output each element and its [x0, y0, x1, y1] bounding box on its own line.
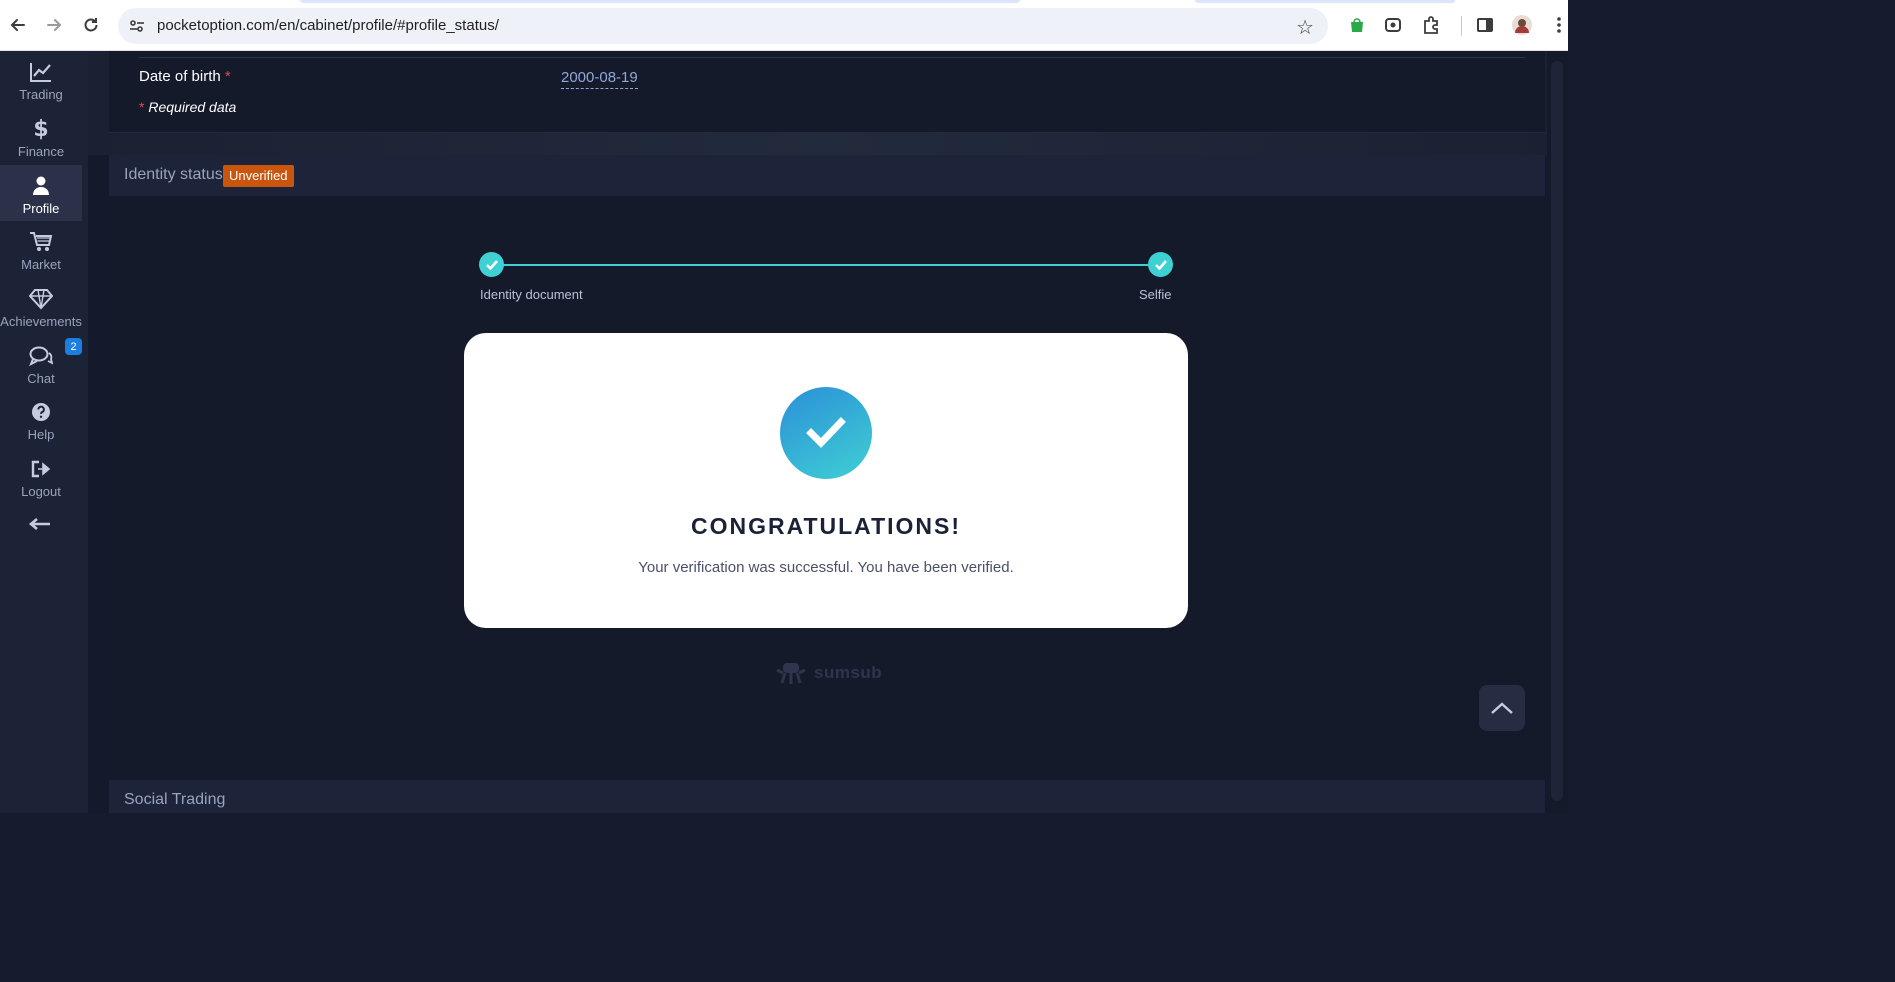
bookmark-star-icon[interactable]: ☆: [1296, 15, 1314, 40]
profile-avatar-icon[interactable]: [1511, 14, 1533, 36]
sidebar-item-market[interactable]: Market: [0, 221, 82, 277]
avg-extension-icon[interactable]: [1346, 14, 1368, 36]
step-complete-check-icon: [1148, 252, 1173, 277]
step-label-selfie: Selfie: [1139, 287, 1172, 302]
side-panel-icon[interactable]: [1474, 14, 1496, 36]
step-complete-check-icon: [479, 252, 504, 277]
address-bar[interactable]: pocketoption.com/en/cabinet/profile/#pro…: [118, 8, 1328, 44]
social-trading-header[interactable]: Social Trading: [109, 780, 1545, 813]
sumsub-logo: sumsub: [774, 659, 882, 687]
browser-toolbar: pocketoption.com/en/cabinet/profile/#pro…: [0, 0, 1568, 51]
sidebar-item-trading[interactable]: Trading: [0, 51, 82, 107]
divider: [139, 57, 1525, 58]
logout-icon: [29, 457, 53, 481]
verification-steps: Identity document Selfie: [479, 252, 1179, 308]
sidebar-item-label: Logout: [21, 484, 61, 499]
required-asterisk: *: [139, 99, 145, 115]
collapse-sidebar-arrow-icon[interactable]: [28, 511, 52, 537]
dollar-icon: $: [33, 116, 49, 142]
scroll-to-top-button[interactable]: [1479, 685, 1525, 731]
sidebar-item-label: Market: [21, 257, 61, 272]
chevron-up-icon: [1491, 702, 1513, 714]
tab-strip: [1195, 0, 1455, 3]
verification-success-card: CONGRATULATIONS! Your verification was s…: [464, 333, 1188, 628]
diamond-icon: [29, 287, 53, 311]
identity-status-header: Identity status Unverified: [109, 155, 1545, 196]
sumsub-logo-icon: [776, 663, 806, 684]
screen-capture-extension-icon[interactable]: [1382, 14, 1404, 36]
sidebar-item-help[interactable]: Help: [0, 391, 82, 447]
page-scrollbar[interactable]: [1547, 51, 1568, 813]
sidebar-item-chat[interactable]: Chat 2: [0, 335, 82, 391]
browser-menu-icon[interactable]: [1548, 14, 1570, 36]
sidebar-item-finance[interactable]: $ Finance: [0, 108, 82, 164]
personal-data-card: Date of birth * 2000-08-19 * Required da…: [109, 51, 1545, 133]
user-icon: [29, 174, 53, 198]
required-note-text: Required data: [148, 99, 237, 115]
sidebar-item-label: Trading: [19, 87, 63, 102]
forward-icon[interactable]: [42, 13, 66, 37]
identity-status-title: Identity status: [124, 166, 223, 183]
extensions-puzzle-icon[interactable]: [1420, 14, 1442, 36]
sidebar-item-label: Achievements: [0, 314, 82, 329]
sidebar-item-achievements[interactable]: Achievements: [0, 278, 82, 334]
dob-value[interactable]: 2000-08-19: [561, 68, 638, 89]
step-label-identity-document: Identity document: [480, 287, 583, 302]
required-data-note: * Required data: [139, 99, 236, 115]
sidebar-item-logout[interactable]: Logout: [0, 448, 82, 504]
cart-icon: [29, 230, 53, 254]
sidebar-item-label: Finance: [17, 144, 65, 159]
congrats-title: CONGRATULATIONS!: [690, 513, 962, 539]
required-asterisk: *: [224, 68, 231, 85]
steps-progress-line: [491, 264, 1159, 266]
sumsub-logo-text: sumsub: [814, 663, 883, 682]
sidebar-item-profile[interactable]: Profile: [0, 165, 82, 221]
scrollbar-thumb[interactable]: [1551, 61, 1563, 801]
chat-unread-badge: 2: [65, 338, 82, 355]
dob-label: Date of birth *: [139, 68, 231, 85]
reload-icon[interactable]: [79, 13, 103, 37]
chart-line-icon: [29, 60, 53, 84]
help-icon: [29, 400, 53, 424]
status-badge: Unverified: [223, 165, 294, 187]
success-check-icon: [780, 387, 872, 479]
sidebar: Trading $ Finance Profile Market Achieve…: [0, 51, 88, 813]
back-icon[interactable]: [6, 13, 30, 37]
url-text: pocketoption.com/en/cabinet/profile/#pro…: [157, 17, 499, 34]
dob-label-text: Date of birth: [139, 68, 221, 85]
site-settings-icon[interactable]: [128, 17, 146, 35]
sidebar-item-label: Profile: [22, 201, 60, 216]
toolbar-divider: [1461, 16, 1462, 36]
tab-strip: [300, 0, 1020, 3]
sidebar-item-label: Help: [27, 427, 55, 442]
congrats-message: Your verification was successful. You ha…: [638, 559, 1014, 576]
social-trading-title: Social Trading: [124, 791, 226, 808]
chat-icon: [29, 344, 53, 368]
sidebar-item-label: Chat: [27, 371, 55, 386]
